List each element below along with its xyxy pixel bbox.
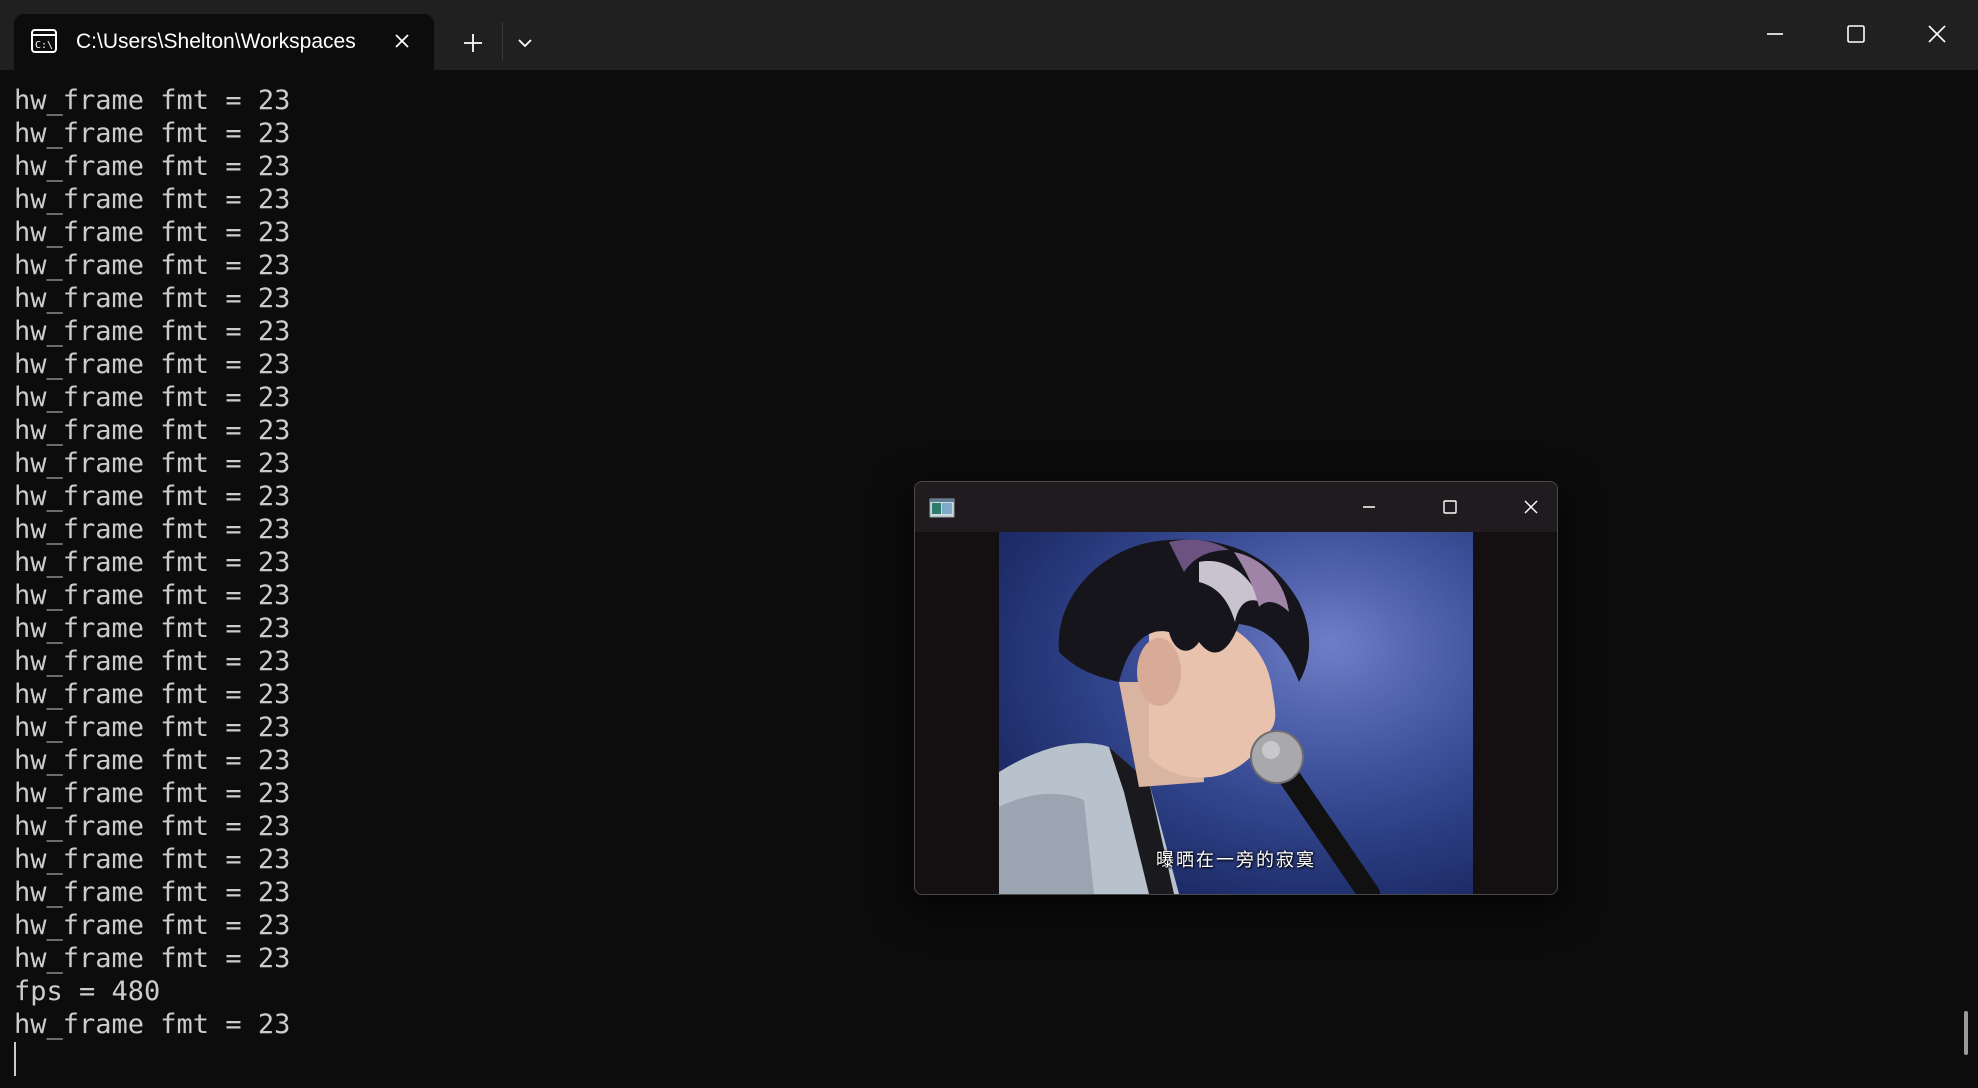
terminal-line: hw_frame fmt = 23 [14,448,291,479]
video-frame: 曝晒在一旁的寂寞 [999,532,1473,894]
terminal-line: hw_frame fmt = 23 [14,217,291,248]
video-window-title-bar[interactable] [915,482,1557,532]
terminal-line: hw_frame fmt = 23 [14,415,291,446]
cmd-prompt-icon: C:\ [31,29,57,53]
app-icon [929,497,957,519]
chevron-down-icon[interactable] [512,30,538,56]
terminal-tab[interactable]: C:\ C:\Users\Shelton\Workspaces [14,14,434,70]
terminal-line: hw_frame fmt = 23 [14,151,291,182]
tab-close-icon[interactable] [389,28,415,54]
video-minimize-icon[interactable] [1347,488,1391,526]
new-tab-plus-icon[interactable] [456,26,490,60]
maximize-icon[interactable] [1831,10,1881,58]
terminal-line: hw_frame fmt = 23 [14,910,291,941]
video-scene [999,532,1473,894]
terminal-line: hw_frame fmt = 23 [14,250,291,281]
tab-separator [502,22,503,60]
terminal-line: hw_frame fmt = 23 [14,943,291,974]
video-subtitle: 曝晒在一旁的寂寞 [1156,850,1316,871]
svg-text:C:\: C:\ [35,40,53,51]
terminal-line: hw_frame fmt = 23 [14,382,291,413]
text-cursor [14,1042,16,1076]
terminal-line: hw_frame fmt = 23 [14,118,291,149]
scrollbar-thumb[interactable] [1964,1011,1968,1055]
video-maximize-icon[interactable] [1428,488,1472,526]
terminal-line: hw_frame fmt = 23 [14,1009,291,1040]
terminal-line: hw_frame fmt = 23 [14,349,291,380]
terminal-line: hw_frame fmt = 23 [14,316,291,347]
terminal-line: fps = 480 [14,976,161,1007]
terminal-line: hw_frame fmt = 23 [14,85,291,116]
terminal-line: hw_frame fmt = 23 [14,283,291,314]
tab-title: C:\Users\Shelton\Workspaces [76,30,356,53]
minimize-icon[interactable] [1750,10,1800,58]
close-icon[interactable] [1912,10,1962,58]
terminal-line: hw_frame fmt = 23 [14,184,291,215]
video-player-window[interactable]: 曝晒在一旁的寂寞 [914,481,1558,895]
video-close-icon[interactable] [1509,488,1553,526]
title-bar: C:\ C:\Users\Shelton\Workspaces [0,0,1978,70]
